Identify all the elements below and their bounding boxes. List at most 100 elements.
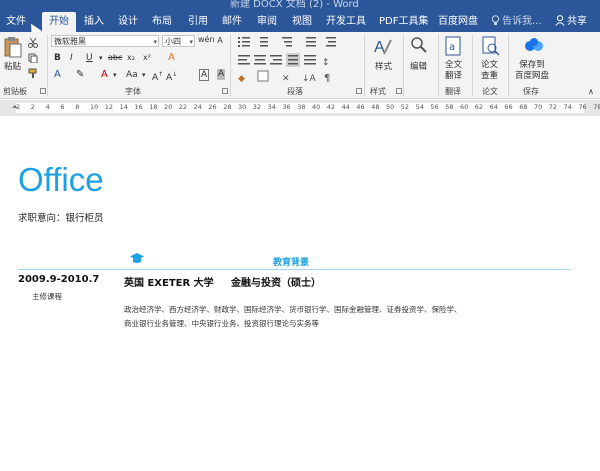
ruler-tick-label: 30 — [238, 103, 247, 111]
divider — [403, 34, 404, 96]
format-painter-icon[interactable] — [28, 68, 38, 78]
shrink-font-icon[interactable]: A↓ — [166, 69, 177, 84]
paragraph-launcher-icon[interactable] — [356, 88, 362, 94]
editing-label: 编辑 — [410, 62, 428, 72]
tab-review[interactable]: 审阅 — [257, 12, 277, 32]
translate-group-label: 翻译 — [445, 87, 461, 96]
ruler-tick-label: 50 — [386, 103, 395, 111]
education-major: 金融与投资（硕士） — [231, 278, 321, 289]
tab-insert[interactable]: 插入 — [84, 12, 104, 32]
paper-check-label: 论文 查重 — [481, 60, 498, 82]
ruler-tick-label: 66 — [504, 103, 513, 111]
tab-references[interactable]: 引用 — [188, 12, 208, 32]
share-button[interactable]: 共享 — [555, 12, 587, 32]
svg-text:◆: ◆ — [238, 74, 245, 83]
font-family-value: 微软雅黑 — [54, 37, 86, 46]
window-title: 新建 DOCX 文档 (2) - Word — [230, 0, 359, 10]
styles-icon: A — [374, 39, 392, 56]
course-line: 政治经济学、西方经济学、财政学、国际经济学、货币银行学、国际金融管理、证券投资学… — [124, 305, 462, 314]
clear-format-icon[interactable]: Ａ — [216, 35, 224, 47]
paragraph-controls[interactable]: ↕ ◆ ✕ ↓A ¶ — [236, 35, 366, 83]
paper-label-line1: 论文 — [481, 60, 499, 70]
font-group-label: 字体 — [125, 87, 141, 96]
font-size-combo[interactable]: 小四 ▾ — [162, 35, 195, 47]
ruler-tick-label: 56 — [430, 103, 439, 111]
indent-marker-icon[interactable]: ⏶ — [12, 101, 18, 113]
tab-layout[interactable]: 布局 — [152, 12, 172, 32]
italic-icon[interactable]: I — [70, 52, 73, 64]
subscript-icon[interactable]: x₂ — [127, 52, 135, 64]
styles-launcher-icon[interactable] — [396, 88, 402, 94]
education-school: 英国 EXETER 大学 — [124, 278, 214, 289]
ribbon: 粘贴 剪贴板 微软雅黑 ▾ 小四 ▾ wén Ａ B I U ▾ abc x₂ x²… — [0, 32, 600, 99]
clipboard-launcher-icon[interactable] — [40, 88, 46, 94]
ruler-tick-label: 40 — [312, 103, 321, 111]
svg-text:↕: ↕ — [322, 58, 330, 68]
person-icon — [555, 15, 565, 26]
tab-home[interactable]: 开始 — [42, 12, 76, 32]
ruler-tick-label: 36 — [282, 103, 291, 111]
share-label: 共享 — [567, 16, 587, 27]
lightbulb-icon — [491, 15, 500, 25]
ruler-tick-label: 74 — [563, 103, 572, 111]
tab-view[interactable]: 视图 — [292, 12, 312, 32]
cloud-icon — [525, 38, 543, 51]
collapse-ribbon-icon[interactable]: ∧ — [588, 86, 594, 98]
text-effect-icon[interactable]: A — [54, 69, 61, 81]
course-line: 商业银行业务管理、中央银行业务、投资银行理论与实务等 — [124, 319, 319, 328]
education-date: 2009.9-2010.7 — [18, 274, 100, 285]
resume-title: Office — [18, 161, 104, 198]
tab-baidu-netdisk[interactable]: 百度网盘 — [438, 12, 478, 32]
tab-design[interactable]: 设计 — [118, 12, 138, 32]
ruler-tick-label: 68 — [519, 103, 528, 111]
divider — [508, 34, 509, 96]
paragraph-group-label: 段落 — [287, 87, 303, 96]
font-size-value: 小四 — [165, 37, 181, 46]
chevron-down-icon: ▾ — [189, 38, 193, 46]
chevron-down-icon: ▾ — [153, 38, 157, 46]
paste-label: 粘贴 — [4, 62, 22, 72]
ruler-tick-label: 8 — [75, 103, 80, 111]
tab-file[interactable]: 文件 — [6, 12, 26, 32]
ruler-tick-label: 6 — [60, 103, 65, 111]
chevron-down-icon[interactable]: ▾ — [99, 52, 103, 64]
highlight-glow-icon[interactable]: A — [168, 52, 175, 64]
superscript-icon[interactable]: x² — [143, 52, 151, 64]
document-page[interactable]: Office 求职意向：银行柜员 教育背景 2009.9-2010.7 英国 E… — [0, 116, 600, 471]
ruler-tick-label: 60 — [460, 103, 469, 111]
clipboard-group-label: 剪贴板 — [3, 87, 27, 96]
ruler-tick-label: 12 — [104, 103, 114, 111]
copy-icon[interactable] — [28, 53, 38, 63]
char-shading-icon[interactable]: A — [217, 69, 226, 80]
ruler-tick-label: 54 — [415, 103, 424, 111]
cut-icon[interactable] — [28, 38, 38, 48]
change-case-icon[interactable]: Aa — [126, 69, 138, 81]
ruler-tick-label: 70 — [534, 103, 543, 111]
grow-font-icon[interactable]: A↑ — [152, 69, 163, 84]
ruler-tick-label: 42 — [326, 103, 336, 111]
ruler-tick-label: 16 — [134, 103, 143, 111]
styles-label: 样式 — [375, 62, 393, 72]
save-label-line1: 保存到 — [519, 60, 545, 70]
chevron-down-icon[interactable]: ▾ — [142, 69, 146, 81]
pinyin-guide-icon[interactable]: wén — [198, 34, 215, 46]
tab-mailings[interactable]: 邮件 — [222, 12, 242, 32]
strikethrough-icon[interactable]: abc — [108, 52, 122, 64]
chevron-down-icon[interactable]: ▾ — [113, 69, 117, 81]
ruler-tick-label: 58 — [445, 103, 454, 111]
tell-me-search[interactable]: 告诉我... — [491, 12, 542, 32]
title-tab-bar: 新建 DOCX 文档 (2) - Word 文件 开始 插入 设计 布局 引用 … — [0, 0, 600, 32]
font-color-icon[interactable]: A — [101, 69, 108, 81]
bold-icon[interactable]: B — [54, 52, 61, 64]
font-family-combo[interactable]: 微软雅黑 ▾ — [51, 35, 159, 47]
svg-text:✕: ✕ — [282, 74, 290, 83]
word-window: 新建 DOCX 文档 (2) - Word 文件 开始 插入 设计 布局 引用 … — [0, 0, 600, 471]
ruler-tick-label: 14 — [119, 103, 128, 111]
char-border-icon[interactable]: A — [199, 69, 210, 81]
tab-developer[interactable]: 开发工具 — [326, 12, 366, 32]
highlight-color-icon[interactable]: ✎ — [76, 69, 84, 81]
font-launcher-icon[interactable] — [222, 88, 228, 94]
ruler-tick-label: 28 — [223, 103, 232, 111]
underline-icon[interactable]: U — [86, 52, 93, 64]
tab-pdf-tools[interactable]: PDF工具集 — [379, 12, 428, 32]
